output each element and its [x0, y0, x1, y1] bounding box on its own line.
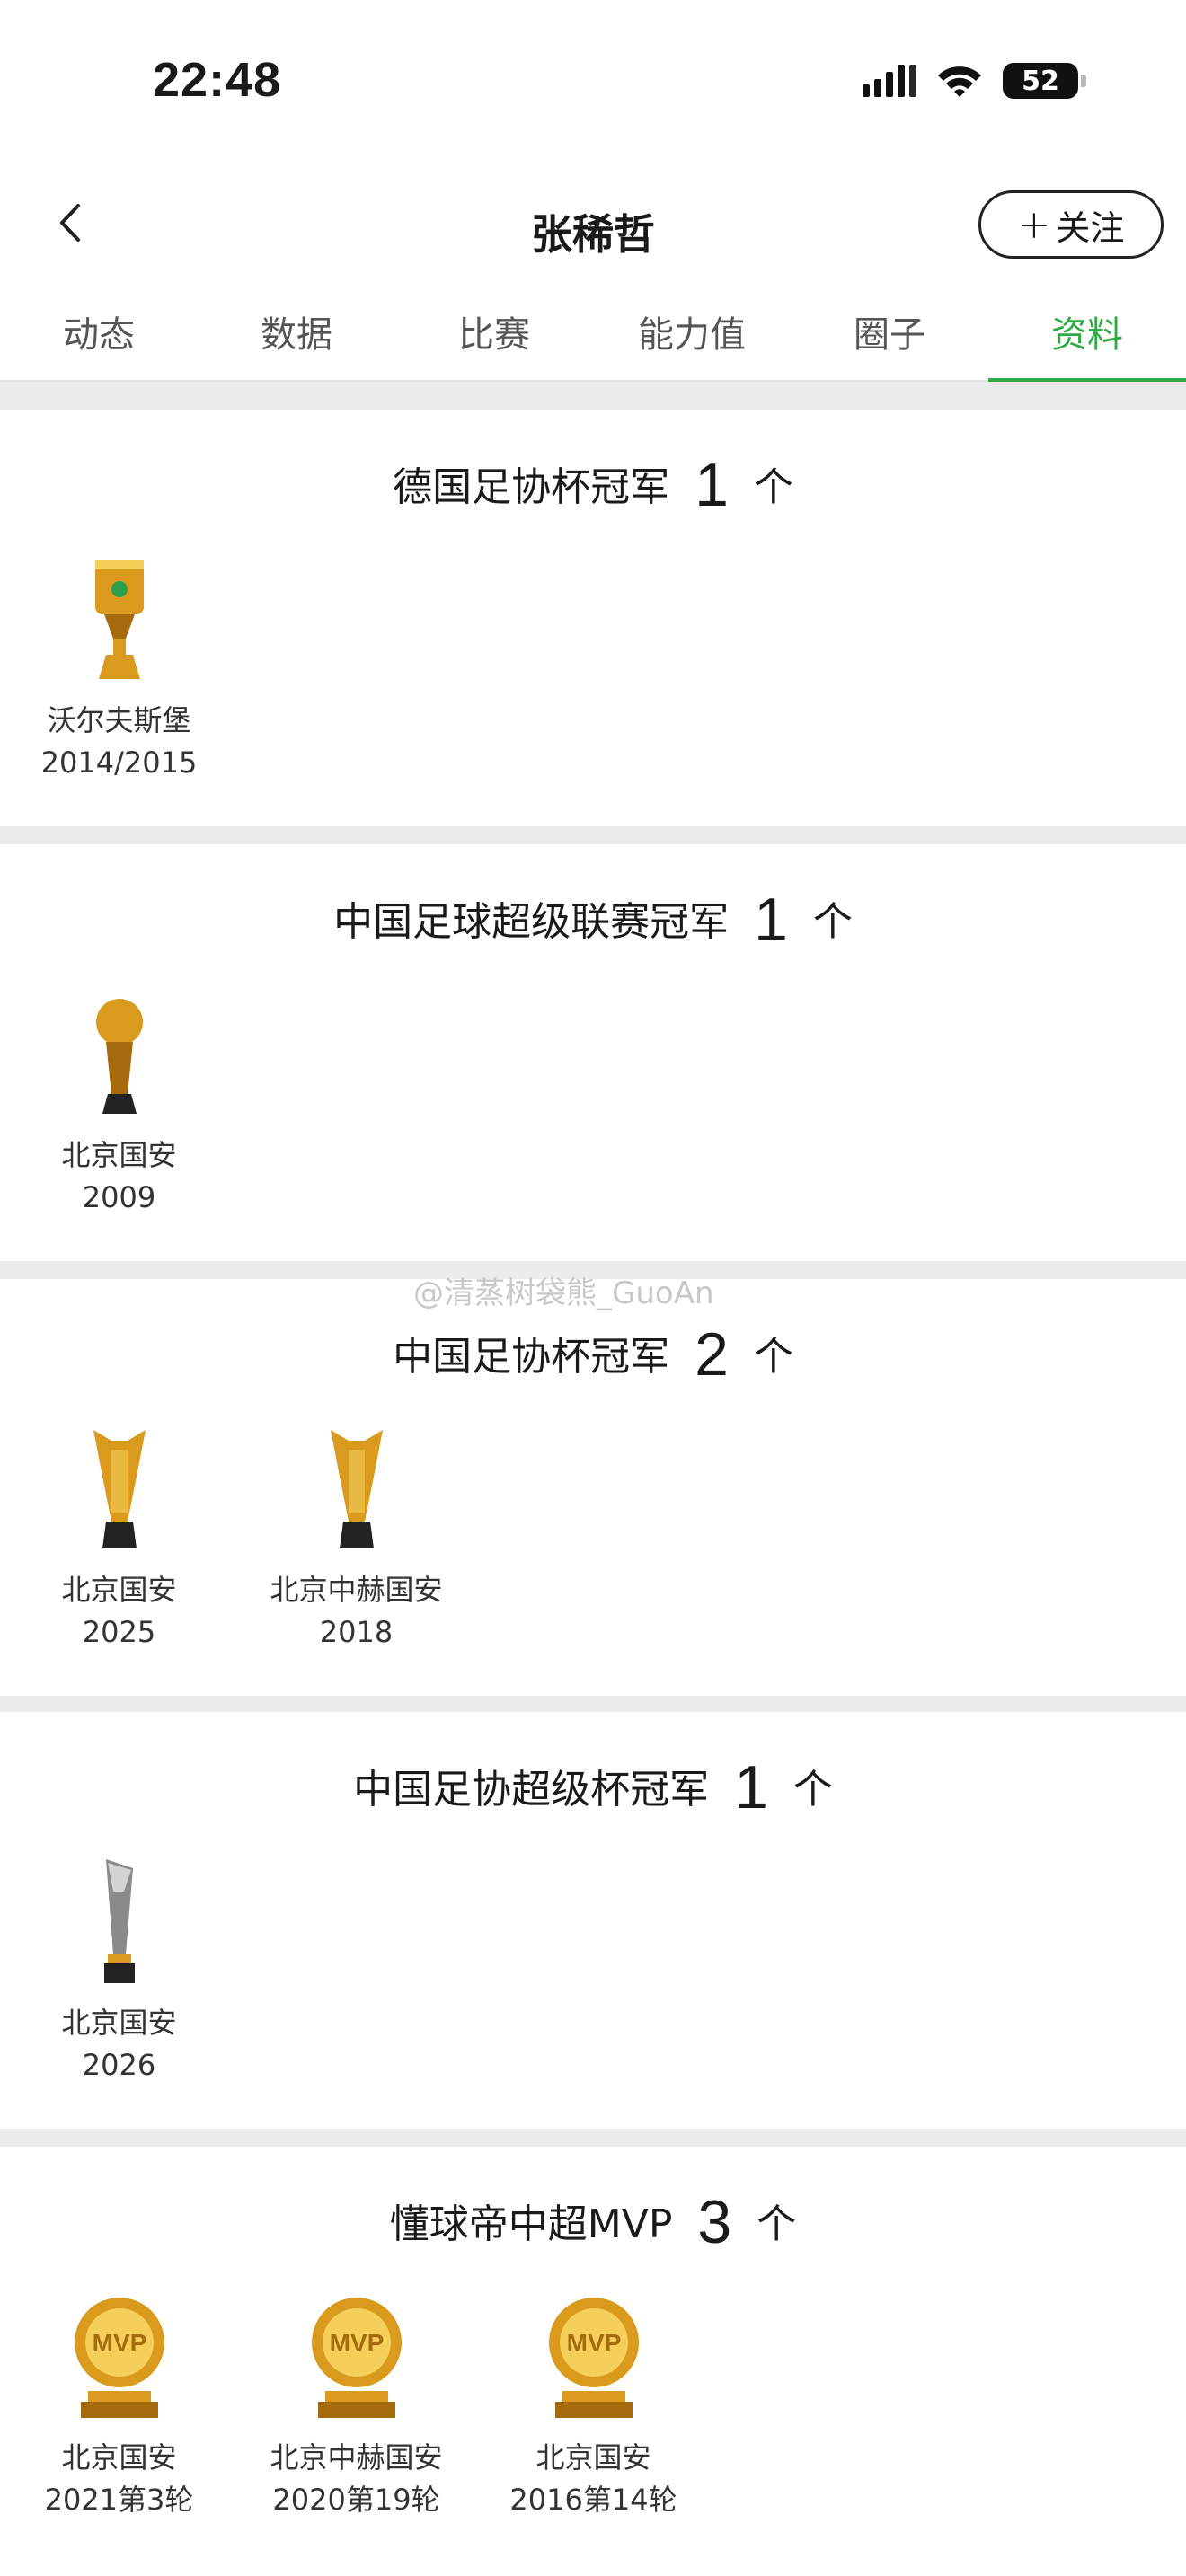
honor-unit: 个	[753, 464, 793, 510]
tab-ability[interactable]: 能力值	[593, 278, 791, 380]
svg-text:MVP: MVP	[92, 2329, 146, 2357]
cellular-signal-icon	[863, 65, 916, 97]
trophy-team: 北京国安	[535, 2440, 651, 2475]
honor-title: 中国足协超级杯冠军 1 个	[0, 1752, 1186, 1822]
trophy-item[interactable]: MVP 北京中赫国安 2020第19轮	[264, 2290, 448, 2522]
honor-count: 1	[754, 886, 788, 954]
honor-section: 德国足协杯冠军 1 个 沃尔夫斯堡 2014/2015	[0, 410, 1186, 826]
status-bar: 22:48 52	[0, 0, 1186, 171]
trophy-item[interactable]: 北京中赫国安 2018	[264, 1423, 448, 1654]
tab-circle[interactable]: 圈子	[791, 278, 988, 380]
follow-label: 关注	[1056, 207, 1125, 248]
mvp-trophy-icon: MVP	[27, 2290, 211, 2425]
honor-unit: 个	[812, 899, 853, 945]
honor-unit: 个	[753, 1334, 793, 1380]
trophy-team: 北京国安	[61, 2006, 177, 2040]
trophy-season: 2009	[82, 1180, 156, 1214]
honor-name: 德国足协杯冠军	[393, 464, 670, 510]
trophy-team: 北京中赫国安	[270, 1573, 443, 1607]
honor-name: 中国足协超级杯冠军	[353, 1767, 710, 1813]
watermark-text: @清蒸树袋熊_GuoAn	[413, 1275, 714, 1311]
trophy-item[interactable]: MVP 北京国安 2016第14轮	[501, 2290, 686, 2522]
follow-button[interactable]: + 关注	[978, 190, 1164, 259]
trophy-item[interactable]: 北京国安 2026	[27, 1856, 211, 2087]
tab-dynamics[interactable]: 动态	[0, 278, 198, 380]
trophy-item[interactable]: 北京国安 2025	[27, 1423, 211, 1654]
fa-cup-trophy-icon	[27, 1423, 211, 1557]
mvp-trophy-icon: MVP	[264, 2290, 448, 2425]
trophy-team: 北京国安	[61, 1573, 177, 1607]
honor-name: 中国足协杯冠军	[393, 1334, 670, 1380]
tab-bar: 动态 数据 比赛 能力值 圈子 资料	[0, 278, 1186, 382]
honor-section: 懂球帝中超MVP 3 个 MVP 北京国安 2021第3轮 MVP 北京中赫国安 2…	[0, 2147, 1186, 2576]
honor-section: 中国足协杯冠军 2 个 北京国安 2025 北京中赫国安 2018	[0, 1279, 1186, 1696]
csl-trophy-icon	[27, 988, 211, 1123]
wifi-icon	[938, 66, 981, 97]
tab-data[interactable]: 数据	[198, 278, 395, 380]
fa-cup-trophy-icon	[264, 1423, 448, 1557]
trophy-season: 2026	[82, 2048, 156, 2082]
honor-name: 中国足球超级联赛冠军	[333, 899, 730, 945]
honor-title: 中国足协杯冠军 2 个	[0, 1319, 1186, 1389]
mvp-trophy-icon: MVP	[501, 2290, 686, 2425]
trophy-item[interactable]: 北京国安 2009	[27, 988, 211, 1220]
trophy-team: 北京国安	[61, 1138, 177, 1172]
honor-count: 2	[695, 1320, 729, 1389]
honor-count: 1	[695, 451, 729, 519]
super-cup-trophy-icon	[27, 1856, 211, 1990]
honor-title: 懂球帝中超MVP 3 个	[0, 2187, 1186, 2257]
status-time: 22:48	[153, 53, 282, 107]
dfb-pokal-trophy-icon	[27, 553, 211, 688]
svg-text:MVP: MVP	[566, 2329, 621, 2357]
trophy-item[interactable]: 沃尔夫斯堡 2014/2015	[27, 553, 211, 785]
trophy-team: 沃尔夫斯堡	[47, 703, 191, 737]
honor-unit: 个	[757, 2201, 797, 2247]
trophy-season: 2025	[82, 1615, 156, 1649]
trophy-season: 2020第19轮	[272, 2483, 440, 2517]
trophy-item[interactable]: MVP 北京国安 2021第3轮	[27, 2290, 211, 2522]
plus-icon: +	[1017, 201, 1051, 248]
battery-level: 52	[1022, 65, 1059, 97]
honor-section: 中国足球超级联赛冠军 1 个 北京国安 2009	[0, 844, 1186, 1261]
header-bar: 张稀哲 + 关注	[0, 171, 1186, 278]
honor-unit: 个	[792, 1767, 833, 1813]
honor-section: 中国足协超级杯冠军 1 个 北京国安 2026	[0, 1712, 1186, 2129]
honor-count: 1	[734, 1753, 768, 1822]
trophy-season: 2021第3轮	[44, 2483, 194, 2517]
honor-count: 3	[697, 2188, 732, 2256]
svg-text:MVP: MVP	[329, 2329, 384, 2357]
trophy-season: 2016第14轮	[509, 2483, 677, 2517]
battery-icon: 52	[1003, 63, 1086, 99]
honor-name: 懂球帝中超MVP	[389, 2201, 673, 2247]
honor-title: 中国足球超级联赛冠军 1 个	[0, 885, 1186, 955]
trophy-team: 北京国安	[61, 2440, 177, 2475]
trophy-team: 北京中赫国安	[270, 2440, 443, 2475]
trophy-season: 2014/2015	[40, 745, 198, 780]
trophy-season: 2018	[319, 1615, 394, 1649]
honor-title: 德国足协杯冠军 1 个	[0, 450, 1186, 520]
tab-profile[interactable]: 资料	[988, 278, 1186, 382]
tab-matches[interactable]: 比赛	[395, 278, 593, 380]
